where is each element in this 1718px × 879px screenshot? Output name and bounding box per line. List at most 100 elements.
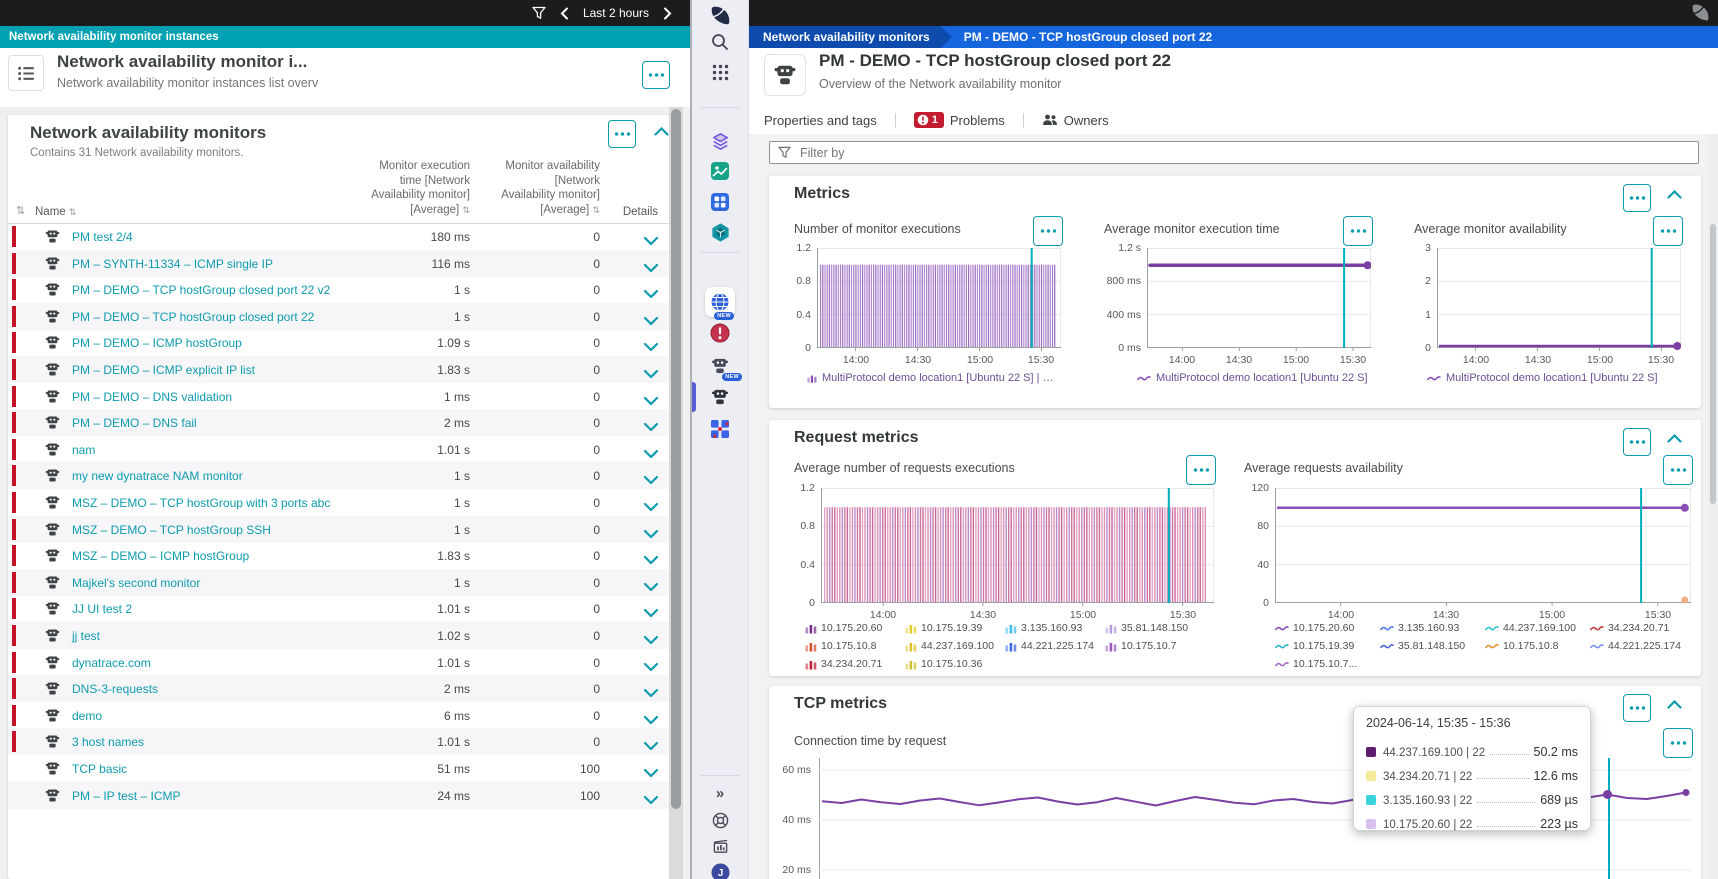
monitors-card-collapse-icon[interactable] xyxy=(654,127,669,136)
left-scrollbar-thumb[interactable] xyxy=(671,109,681,809)
row-expand-chevron-icon[interactable] xyxy=(644,498,658,516)
right-scrollbar-thumb[interactable] xyxy=(1710,224,1716,504)
chart-more-button-connection-time[interactable] xyxy=(1663,728,1693,758)
monitor-name-link[interactable]: PM test 2/4 xyxy=(72,230,133,244)
legend-item[interactable]: 10.175.10.8 xyxy=(1485,640,1558,652)
left-scrollbar[interactable] xyxy=(669,107,683,879)
legend-item[interactable]: 35.81.148.150 xyxy=(1105,622,1188,634)
legend-item[interactable]: 3.135.160.93 xyxy=(1005,622,1082,634)
row-expand-chevron-icon[interactable] xyxy=(644,631,658,649)
column-execution-header[interactable]: Monitor executiontime [NetworkAvailabili… xyxy=(320,159,470,218)
tab-properties-and-tags[interactable]: Properties and tags xyxy=(760,113,881,128)
filter-funnel-icon[interactable] xyxy=(532,6,546,20)
dashboards-app-icon[interactable] xyxy=(692,159,748,183)
legend-item[interactable]: 10.175.19.39 xyxy=(905,622,982,634)
row-expand-chevron-icon[interactable] xyxy=(644,338,658,356)
monitor-name-link[interactable]: jj test xyxy=(72,629,100,643)
chart-more-button-number-of-monitor-executions[interactable] xyxy=(1033,216,1063,246)
tab-owners[interactable]: Owners xyxy=(1038,113,1113,128)
row-expand-chevron-icon[interactable] xyxy=(644,525,658,543)
time-forward-chevron-icon[interactable] xyxy=(663,7,672,20)
time-range-label[interactable]: Last 2 hours xyxy=(583,6,649,20)
monitor-name-link[interactable]: nam xyxy=(72,443,95,457)
legend-item[interactable]: 44.237.169.100 xyxy=(1485,622,1576,634)
chart-more-button-average-requests-availability[interactable] xyxy=(1663,455,1693,485)
row-expand-chevron-icon[interactable] xyxy=(644,578,658,596)
row-expand-chevron-icon[interactable] xyxy=(644,711,658,729)
monitor-name-link[interactable]: PM – DEMO – ICMP hostGroup xyxy=(72,336,242,350)
help-lifebuoy-icon[interactable] xyxy=(692,810,748,830)
right-scrollbar[interactable] xyxy=(1708,134,1718,879)
chart-more-button-average-monitor-availability[interactable] xyxy=(1653,216,1683,246)
monitor-name-link[interactable]: Majkel's second monitor xyxy=(72,576,200,590)
monitor-name-link[interactable]: PM – DEMO – DNS validation xyxy=(72,390,232,404)
column-name-header[interactable]: Name ⇅ xyxy=(35,206,76,218)
legend-item[interactable]: 44.237.169.100 xyxy=(905,640,994,652)
row-expand-chevron-icon[interactable] xyxy=(644,658,658,676)
row-expand-chevron-icon[interactable] xyxy=(644,259,658,277)
synthetic-app-icon[interactable]: NEW xyxy=(692,352,748,380)
row-expand-chevron-icon[interactable] xyxy=(644,285,658,303)
tcp-metrics-collapse-icon[interactable] xyxy=(1667,700,1682,709)
column-availability-header[interactable]: Monitor availability[NetworkAvailability… xyxy=(480,159,600,218)
row-expand-chevron-icon[interactable] xyxy=(644,418,658,436)
request-metrics-more-button[interactable] xyxy=(1623,428,1651,456)
legend-item[interactable]: 10.175.10.7 xyxy=(1105,640,1176,652)
legend-item[interactable]: 10.175.10.36 xyxy=(905,658,982,670)
chart-more-button-average-monitor-execution-time[interactable] xyxy=(1343,216,1373,246)
extensions-app-icon[interactable] xyxy=(692,190,748,214)
web-app-tile-icon[interactable]: NEW xyxy=(705,287,735,317)
monitor-name-link[interactable]: dynatrace.com xyxy=(72,656,151,670)
legend-item[interactable]: 10.175.20.60 xyxy=(805,622,882,634)
legend-item[interactable]: 44.221.225.174 xyxy=(1590,640,1681,652)
row-expand-chevron-icon[interactable] xyxy=(644,471,658,489)
user-avatar[interactable]: J xyxy=(692,862,748,879)
monitor-name-link[interactable]: TCP basic xyxy=(72,762,127,776)
apps-grid-icon[interactable] xyxy=(692,60,748,84)
legend-item[interactable]: 35.81.148.150 xyxy=(1380,640,1465,652)
legend-item[interactable]: 10.175.10.7... xyxy=(1275,658,1357,670)
chart-legend-number-of-monitor-executions[interactable]: MultiProtocol demo location1 [Ubuntu 22 … xyxy=(807,372,1061,384)
monitor-name-link[interactable]: PM – DEMO – DNS fail xyxy=(72,416,197,430)
row-expand-chevron-icon[interactable] xyxy=(644,232,658,250)
legend-item[interactable]: 10.175.20.60 xyxy=(1275,622,1354,634)
monitor-name-link[interactable]: my new dynatrace NAM monitor xyxy=(72,469,243,483)
monitor-name-link[interactable]: MSZ – DEMO – ICMP hostGroup xyxy=(72,549,249,563)
row-expand-chevron-icon[interactable] xyxy=(644,684,658,702)
kubernetes-app-icon[interactable] xyxy=(692,220,748,244)
chart-more-button-average-number-of-requests-executions[interactable] xyxy=(1186,455,1216,485)
legend-item[interactable]: 10.175.10.8 xyxy=(805,640,876,652)
filter-input-box[interactable] xyxy=(769,141,1699,164)
monitor-name-link[interactable]: PM – DEMO – ICMP explicit IP list xyxy=(72,363,255,377)
monitor-name-link[interactable]: MSZ – DEMO – TCP hostGroup SSH xyxy=(72,523,271,537)
monitor-name-link[interactable]: MSZ – DEMO – TCP hostGroup with 3 ports … xyxy=(72,496,330,510)
row-expand-chevron-icon[interactable] xyxy=(644,737,658,755)
row-sort-icon[interactable]: ⇅ xyxy=(16,204,25,217)
legend-item[interactable]: 44.221.225.174 xyxy=(1005,640,1094,652)
monitor-name-link[interactable]: PM – DEMO – TCP hostGroup closed port 22 xyxy=(72,310,314,324)
time-back-chevron-icon[interactable] xyxy=(560,7,569,20)
monitor-name-link[interactable]: demo xyxy=(72,709,102,723)
clouds-app-icon[interactable] xyxy=(692,129,748,153)
row-expand-chevron-icon[interactable] xyxy=(644,791,658,809)
services-app-icon[interactable] xyxy=(692,416,748,442)
breadcrumb-parent[interactable]: Network availability monitors xyxy=(749,26,952,48)
metrics-more-button[interactable] xyxy=(1623,184,1651,212)
network-monitor-app-icon[interactable] xyxy=(692,384,748,410)
legend-item[interactable]: 3.135.160.93 xyxy=(1380,622,1459,634)
breadcrumb-current[interactable]: PM - DEMO - TCP hostGroup closed port 22 xyxy=(964,26,1212,48)
dynatrace-logo-icon[interactable] xyxy=(692,3,748,27)
reports-chart-icon[interactable] xyxy=(692,836,748,856)
row-expand-chevron-icon[interactable] xyxy=(644,764,658,782)
row-expand-chevron-icon[interactable] xyxy=(644,445,658,463)
chart-legend-average-monitor-availability[interactable]: MultiProtocol demo location1 [Ubuntu 22 … xyxy=(1427,372,1681,384)
monitor-name-link[interactable]: PM – DEMO – TCP hostGroup closed port 22… xyxy=(72,283,330,297)
chart-legend-average-monitor-execution-time[interactable]: MultiProtocol demo location1 [Ubuntu 22 … xyxy=(1137,372,1371,384)
row-expand-chevron-icon[interactable] xyxy=(644,365,658,383)
legend-item[interactable]: 10.175.19.39 xyxy=(1275,640,1354,652)
metrics-collapse-icon[interactable] xyxy=(1667,190,1682,199)
row-expand-chevron-icon[interactable] xyxy=(644,392,658,410)
monitor-name-link[interactable]: 3 host names xyxy=(72,735,144,749)
filter-input[interactable] xyxy=(798,145,1690,161)
row-expand-chevron-icon[interactable] xyxy=(644,604,658,622)
